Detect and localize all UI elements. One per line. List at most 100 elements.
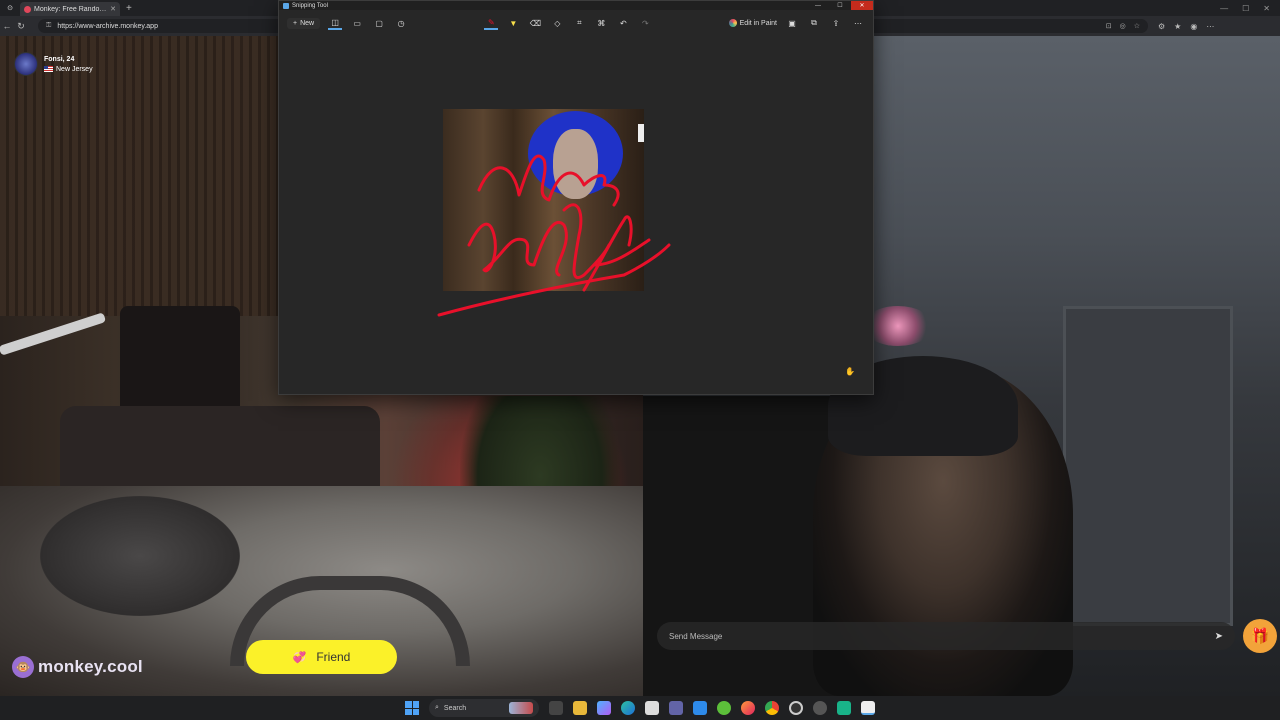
obs-icon[interactable]	[789, 701, 803, 715]
snipping-tool-toolbar: + New ◫ ▭ ▢ ◷ ✎ ▼ ⌫ ◇ ⌗ ⌘ ↶ ↷ Edit in Pa…	[279, 10, 873, 36]
snip-canvas[interactable]: ✋	[279, 37, 873, 394]
browser-menu-icon[interactable]: ⊙	[0, 0, 20, 16]
partner-location: New Jersey	[56, 65, 93, 73]
favorites-icon[interactable]: ★	[1174, 22, 1181, 31]
snipping-tool-window: Snipping Tool — ☐ ✕ + New ◫ ▭ ▢ ◷ ✎ ▼ ⌫ …	[278, 0, 874, 395]
more-icon[interactable]: ⋯	[851, 16, 865, 30]
extensions-icon[interactable]: ⚙	[1158, 22, 1165, 31]
camera-icon[interactable]: ◫	[328, 16, 343, 30]
copilot-icon[interactable]	[597, 701, 611, 715]
monkey-logo-icon: 🐵	[12, 656, 34, 678]
edge-icon[interactable]	[621, 701, 635, 715]
taskbar-search[interactable]: ⌕ Search	[429, 699, 539, 717]
edit-in-paint-button[interactable]: Edit in Paint	[728, 19, 777, 27]
friend-button[interactable]: 💞 Friend	[246, 640, 397, 674]
profile-icon[interactable]: ◉	[1190, 22, 1197, 31]
favorite-star-icon[interactable]: ☆	[1134, 22, 1140, 30]
search-icon: ⌕	[435, 704, 439, 711]
snip-window-controls: — ☐ ✕	[807, 1, 873, 10]
minimize-icon[interactable]: —	[1220, 4, 1228, 13]
file-explorer-icon[interactable]	[573, 701, 587, 715]
red-ink-annotation	[437, 154, 671, 317]
crop-icon[interactable]: ⌗	[572, 16, 586, 30]
plus-icon: +	[293, 19, 298, 27]
brand-name: monkey.cool	[38, 657, 143, 676]
paint-icon	[728, 19, 737, 27]
snip-close-icon[interactable]: ✕	[851, 1, 873, 10]
send-icon[interactable]: ➤	[1215, 631, 1223, 642]
url-field-actions: ⊡ ◎ ☆	[1106, 22, 1140, 30]
more-options-icon[interactable]: ⋯	[1206, 22, 1214, 31]
browser-window-controls: — ☐ ✕	[1220, 4, 1280, 13]
gift-button[interactable]: 🎁	[1243, 619, 1277, 653]
partner-name-age: Fonsi, 24	[44, 55, 75, 63]
monkey-favicon-icon	[24, 5, 31, 13]
gift-icon: 🎁	[1250, 628, 1270, 645]
windows-taskbar: ⌕ Search	[0, 696, 1280, 720]
install-app-icon[interactable]: ⊡	[1106, 22, 1112, 30]
back-icon[interactable]: ←	[0, 21, 14, 31]
browser-toolbar-icons: ⚙ ★ ◉ ⋯	[1158, 22, 1214, 31]
edit-in-paint-label: Edit in Paint	[739, 19, 777, 27]
site-info-icon[interactable]: ⚿	[46, 22, 51, 30]
background-door	[1063, 306, 1233, 626]
hearts-icon: 💞	[292, 651, 307, 664]
us-flag-icon	[44, 66, 53, 72]
store-icon[interactable]	[645, 701, 659, 715]
eraser-icon[interactable]: ⌫	[528, 16, 542, 30]
save-icon[interactable]: ▣	[785, 16, 799, 30]
close-icon[interactable]: ✕	[1263, 4, 1270, 13]
close-tab-icon[interactable]: ✕	[110, 5, 116, 13]
new-snip-button[interactable]: + New	[287, 17, 321, 29]
message-placeholder: Send Message	[669, 631, 723, 641]
friend-button-label: Friend	[316, 650, 351, 664]
firefox-icon[interactable]	[741, 701, 755, 715]
mic-arm	[0, 312, 107, 356]
refresh-icon[interactable]: ↻	[14, 21, 28, 32]
message-input[interactable]: Send Message ➤	[657, 622, 1235, 650]
snipping-tool-title: Snipping Tool	[292, 2, 328, 9]
redo-icon[interactable]: ↷	[638, 16, 652, 30]
new-snip-label: New	[300, 19, 315, 27]
new-tab-button[interactable]: +	[126, 3, 132, 14]
xbox-icon[interactable]	[717, 701, 731, 715]
maximize-icon[interactable]: ☐	[1242, 4, 1249, 13]
touch-writing-icon[interactable]: ✋	[841, 362, 859, 380]
video-icon[interactable]: ▭	[350, 16, 364, 30]
dark-pillow	[120, 306, 240, 416]
snipping-tool-titlebar: Snipping Tool — ☐ ✕	[279, 1, 873, 10]
media-player-icon[interactable]	[813, 701, 827, 715]
snip-minimize-icon[interactable]: —	[807, 1, 829, 10]
text-actions-icon[interactable]: ⌘	[594, 16, 608, 30]
undo-icon[interactable]: ↶	[616, 16, 630, 30]
ballpoint-pen-icon[interactable]: ✎	[484, 16, 499, 30]
snipping-tool-app-icon	[283, 2, 289, 9]
windows-start-icon[interactable]	[405, 701, 419, 715]
shapes-icon[interactable]: ◇	[550, 16, 564, 30]
tracking-icon[interactable]: ◎	[1120, 22, 1126, 30]
terminal-icon[interactable]	[837, 701, 851, 715]
partner-info: Fonsi, 24 New Jersey	[44, 56, 93, 73]
wall-slats	[0, 36, 280, 316]
highlighter-icon[interactable]: ▼	[506, 16, 520, 30]
copy-icon[interactable]: ⧉	[807, 16, 821, 30]
monkey-brand[interactable]: 🐵 monkey.cool	[12, 656, 143, 678]
snip-maximize-icon[interactable]: ☐	[829, 1, 851, 10]
taskbar-search-label: Search	[443, 704, 467, 712]
timer-icon[interactable]: ◷	[394, 16, 408, 30]
chrome-icon[interactable]	[765, 701, 779, 715]
share-icon[interactable]: ⇪	[829, 16, 843, 30]
teams-icon[interactable]	[669, 701, 683, 715]
partner-profile[interactable]: Fonsi, 24 New Jersey	[14, 52, 93, 76]
microphone	[40, 496, 240, 616]
url-text: https://www-archive.monkey.app	[57, 22, 158, 30]
task-view-icon[interactable]	[549, 701, 563, 715]
browser-tab-title: Monkey: Free Random Video Chat	[34, 5, 107, 13]
snipping-tool-icon[interactable]	[861, 701, 875, 715]
partner-location-row: New Jersey	[44, 66, 93, 73]
avatar[interactable]	[14, 52, 38, 76]
search-highlight-icon	[509, 702, 533, 714]
rectangle-mode-icon[interactable]: ▢	[372, 16, 386, 30]
photos-icon[interactable]	[693, 701, 707, 715]
browser-tab[interactable]: Monkey: Free Random Video Chat ✕	[20, 2, 120, 16]
